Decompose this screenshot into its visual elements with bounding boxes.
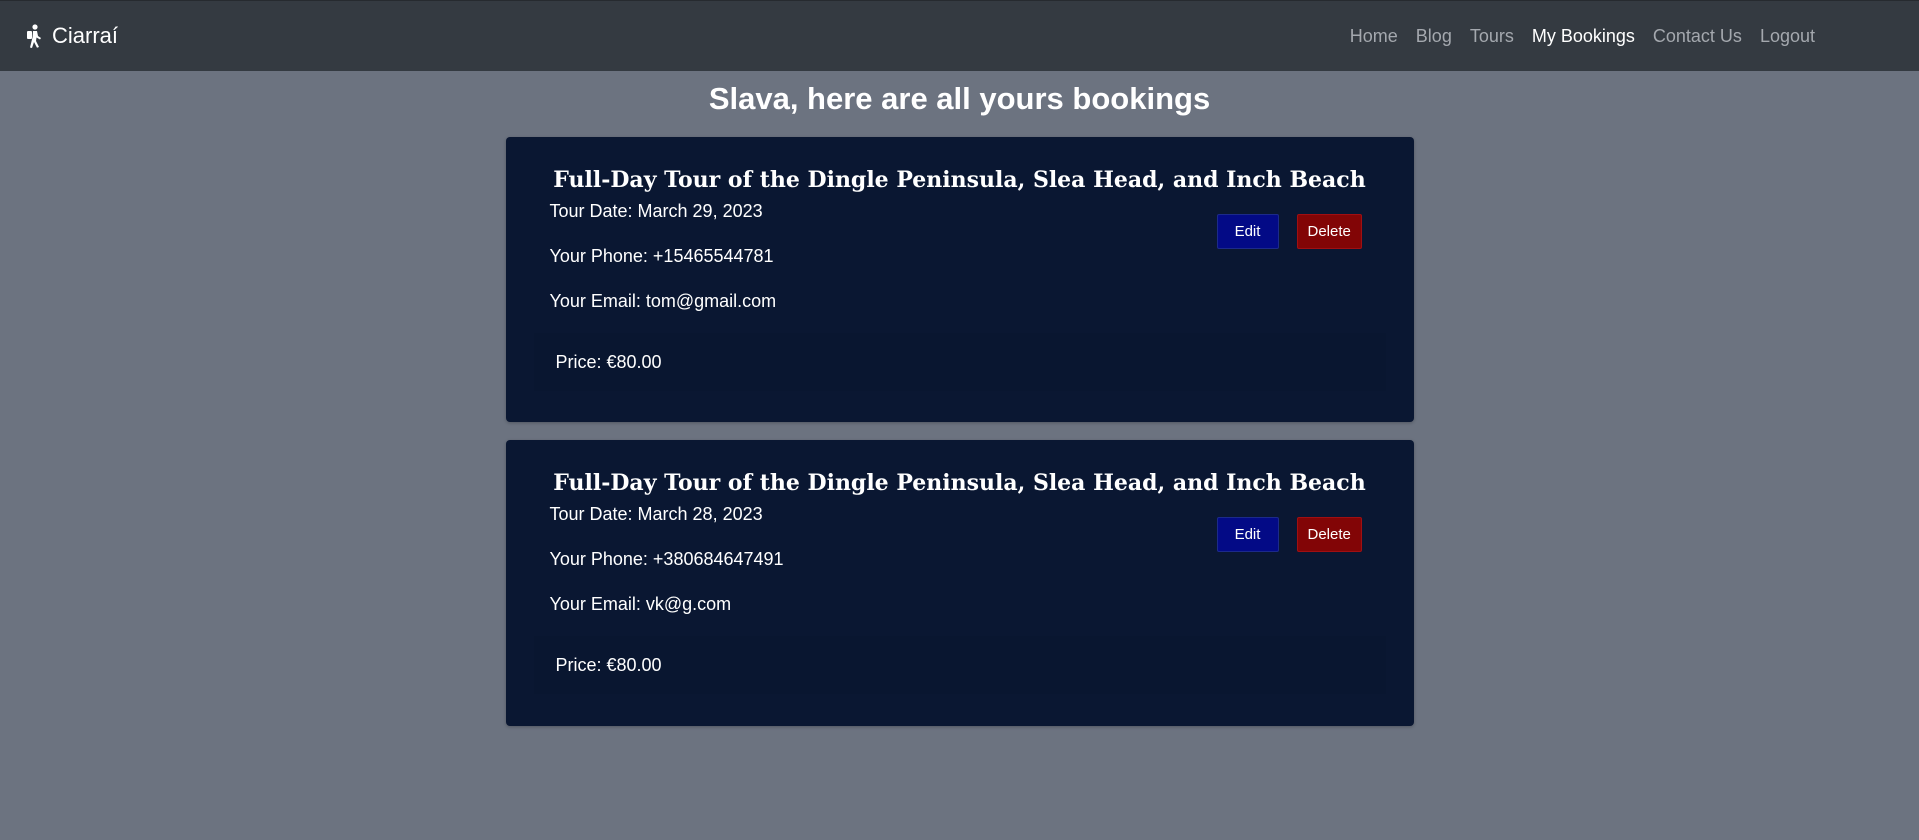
- booking-actions: Edit Delete: [1216, 517, 1362, 552]
- booking-card: Full-Day Tour of the Dingle Peninsula, S…: [505, 440, 1414, 726]
- delete-button[interactable]: Delete: [1296, 517, 1362, 552]
- nav-link-tours[interactable]: Tours: [1470, 26, 1514, 47]
- edit-button[interactable]: Edit: [1216, 214, 1279, 249]
- booking-email: Your Email: vk@g.com: [549, 594, 732, 614]
- booking-phone: Your Phone: +380684647491: [549, 549, 784, 569]
- navbar: Ciarraí Home Blog Tours My Bookings Cont…: [0, 0, 1919, 71]
- brand-link[interactable]: Ciarraí: [24, 23, 118, 49]
- edit-button[interactable]: Edit: [1216, 517, 1279, 552]
- booking-email: Your Email: tom@gmail.com: [549, 291, 777, 311]
- price-box: Price: €80.00: [533, 333, 1386, 391]
- booking-actions: Edit Delete: [1216, 214, 1362, 249]
- booking-card: Full-Day Tour of the Dingle Peninsula, S…: [505, 137, 1414, 422]
- booking-price: Price: €80.00: [555, 654, 662, 675]
- hiker-icon: [24, 24, 44, 48]
- bookings-list: Full-Day Tour of the Dingle Peninsula, S…: [0, 137, 1919, 744]
- nav-link-my-bookings[interactable]: My Bookings: [1532, 26, 1635, 47]
- nav-link-contact-us[interactable]: Contact Us: [1653, 26, 1742, 47]
- booking-price: Price: €80.00: [555, 351, 662, 372]
- nav-link-blog[interactable]: Blog: [1416, 26, 1452, 47]
- tour-title: Full-Day Tour of the Dingle Peninsula, S…: [553, 470, 1366, 496]
- nav-link-logout[interactable]: Logout: [1760, 26, 1815, 47]
- brand-name: Ciarraí: [52, 23, 119, 48]
- tour-title: Full-Day Tour of the Dingle Peninsula, S…: [553, 167, 1366, 193]
- price-box: Price: €80.00: [533, 636, 1386, 694]
- nav-links: Home Blog Tours My Bookings Contact Us L…: [1350, 26, 1815, 47]
- page-title: Slava, here are all yours bookings: [708, 81, 1211, 116]
- booking-phone: Your Phone: +15465544781: [549, 246, 774, 266]
- nav-link-home[interactable]: Home: [1350, 26, 1398, 47]
- delete-button[interactable]: Delete: [1296, 214, 1362, 249]
